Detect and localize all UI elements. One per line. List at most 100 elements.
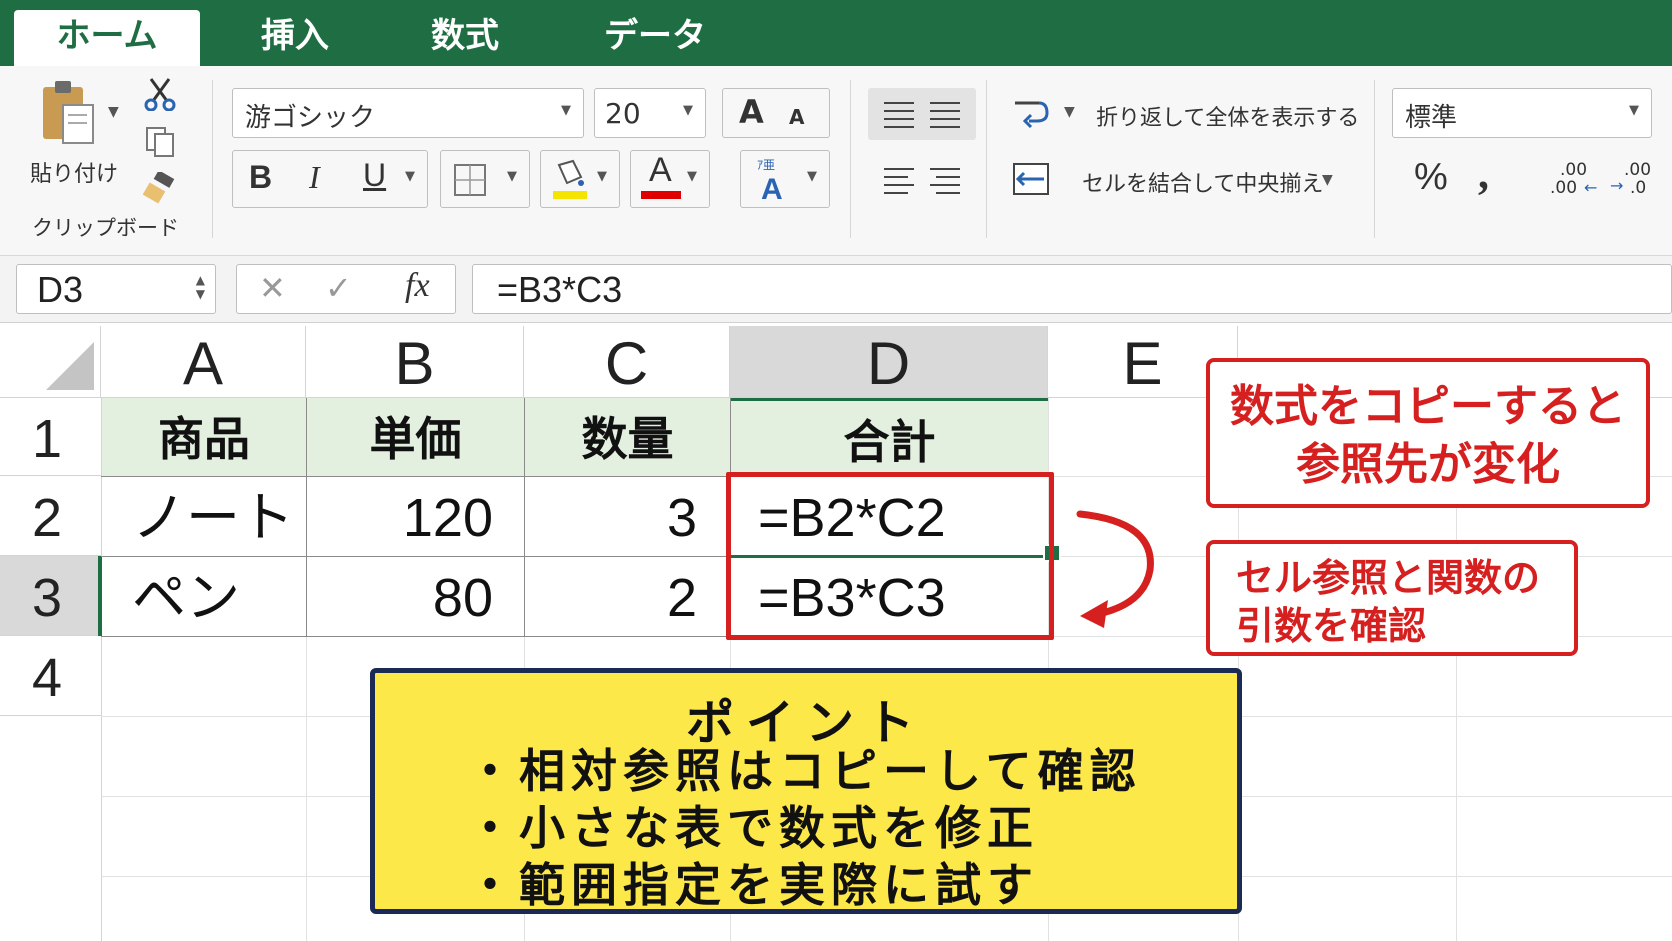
phonetic-guide-button[interactable]: ｱ亜 A ▼	[740, 150, 830, 208]
chevron-down-icon: ▼	[561, 103, 571, 118]
phonetic-icon: ｱ亜A	[757, 158, 783, 205]
increase-decimal-top: .00	[1560, 160, 1588, 180]
arrow-right-icon: →	[1610, 176, 1624, 195]
select-all-corner[interactable]	[0, 326, 101, 398]
shrink-font-button[interactable]: A	[789, 105, 804, 129]
chevron-down-icon: ▼	[597, 169, 607, 184]
grow-font-button[interactable]: A	[739, 93, 764, 131]
cell-b3[interactable]: 80	[307, 556, 493, 636]
align-lines-icon	[884, 168, 960, 194]
increase-decimal-button[interactable]: .00 .00 ←	[1542, 160, 1604, 204]
formula-input-value: =B3*C3	[497, 269, 623, 310]
bullet-icon: ・	[467, 744, 519, 798]
formula-bar-buttons: ✕ ✓ fx	[236, 264, 456, 314]
percent-style-button[interactable]: %	[1414, 156, 1448, 199]
chevron-down-icon: ▼	[683, 103, 693, 118]
cell-a2[interactable]: ノート	[132, 476, 306, 556]
ribbon-tab-bar: ホーム 挿入 数式 データ	[0, 0, 1672, 66]
curved-arrow-icon	[1076, 510, 1154, 628]
borders-button[interactable]: ▼	[440, 150, 530, 208]
select-all-triangle-icon	[46, 342, 94, 390]
top-align-group[interactable]	[868, 88, 976, 140]
merge-center-label[interactable]: セルを結合して中央揃え	[1082, 166, 1323, 198]
row-header-1[interactable]: 1	[0, 398, 101, 476]
tab-insert[interactable]: 挿入	[230, 10, 360, 66]
paste-dropdown-icon[interactable]: ▼	[108, 104, 119, 120]
tab-home[interactable]: ホーム	[14, 10, 200, 66]
copy-icon[interactable]	[142, 124, 178, 160]
row-header-border	[101, 398, 102, 941]
cell-a3[interactable]: ペン	[132, 556, 306, 636]
borders-icon	[454, 164, 486, 196]
row-header-2[interactable]: 2	[0, 476, 101, 556]
font-color-letter: A	[649, 151, 672, 189]
horizontal-align-group[interactable]	[868, 154, 976, 206]
point-box-item: ・相対参照はコピーして確認	[467, 744, 1142, 798]
fill-color-button[interactable]: ▼	[540, 150, 620, 208]
point-box-item: ・範囲指定を実際に試す	[467, 858, 1039, 912]
column-header-a[interactable]: A	[101, 326, 306, 398]
point-box: ポイント ・相対参照はコピーして確認 ・小さな表で数式を修正 ・範囲指定を実際に…	[370, 668, 1242, 914]
cut-icon[interactable]	[142, 76, 178, 112]
tab-data[interactable]: データ	[580, 10, 730, 66]
callout-copy-line1: 数式をコピーすると	[1230, 381, 1626, 432]
chevron-down-icon: ▼	[507, 169, 517, 184]
column-header-c[interactable]: C	[524, 326, 730, 398]
decrease-decimal-button[interactable]: .00 → .0	[1610, 160, 1666, 204]
wrap-text-label[interactable]: 折り返して全体を表示する	[1096, 100, 1359, 132]
number-format-select[interactable]: 標準 ▼	[1392, 88, 1652, 138]
copy-reference-callout: 数式をコピーすると 参照先が変化	[1206, 358, 1650, 508]
formula-input[interactable]: =B3*C3	[472, 264, 1672, 314]
svg-text:A: A	[761, 173, 783, 205]
font-size-select[interactable]: 20 ▼	[594, 88, 706, 138]
number-format-value: 標準	[1405, 103, 1458, 133]
cell-b2[interactable]: 120	[307, 476, 493, 556]
point-box-list: ・相対参照はコピーして確認 ・小さな表で数式を修正 ・範囲指定を実際に試す	[467, 743, 1142, 914]
italic-button[interactable]: I	[309, 159, 320, 196]
clipboard-paste-icon	[43, 81, 94, 144]
decrease-decimal-top: .00	[1624, 160, 1652, 180]
chevron-down-icon: ▼	[1629, 103, 1639, 118]
row-header-3[interactable]: 3	[0, 556, 101, 636]
active-row-marker	[98, 556, 102, 636]
font-name-select[interactable]: 游ゴシック ▼	[232, 88, 584, 138]
align-lines-icon	[884, 102, 960, 128]
cell-c3[interactable]: 2	[525, 556, 697, 636]
comma-style-button[interactable]: ,	[1478, 148, 1489, 199]
paste-label: 貼り付け	[30, 162, 119, 187]
font-style-group: B I U ▼	[232, 150, 428, 208]
name-box-value: D3	[37, 269, 84, 310]
chevron-down-icon[interactable]: ▼	[1064, 104, 1075, 120]
chevron-down-icon[interactable]: ▼	[405, 169, 415, 184]
argument-check-callout: セル参照と関数の 引数を確認	[1206, 540, 1578, 656]
chevron-down-icon: ▼	[687, 169, 697, 184]
tab-formulas[interactable]: 数式	[400, 10, 530, 66]
callout-ref-line2: 引数を確認	[1236, 604, 1427, 648]
wrap-text-icon[interactable]	[1010, 92, 1052, 134]
cell-c2[interactable]: 3	[525, 476, 697, 556]
paste-button[interactable]	[34, 78, 104, 148]
insert-function-icon[interactable]: fx	[405, 267, 430, 305]
font-name-value: 游ゴシック	[245, 103, 376, 133]
cell-a1[interactable]: 商品	[102, 398, 306, 476]
column-header-d[interactable]: D	[730, 326, 1048, 398]
cell-c1[interactable]: 数量	[525, 398, 730, 476]
enter-icon[interactable]: ✓	[325, 269, 352, 307]
underline-button[interactable]: U	[363, 157, 386, 194]
merge-center-icon[interactable]	[1010, 158, 1052, 200]
point-box-item: ・小さな表で数式を修正	[467, 801, 1039, 855]
ribbon-separator	[986, 80, 987, 238]
cancel-icon[interactable]: ✕	[259, 269, 286, 307]
font-size-value: 20	[605, 97, 641, 130]
cell-d1[interactable]: 合計	[731, 398, 1048, 476]
formula-highlight-box	[726, 472, 1054, 640]
name-box[interactable]: D3 ▲ ▼	[16, 264, 216, 314]
column-header-b[interactable]: B	[306, 326, 524, 398]
format-painter-icon[interactable]	[142, 170, 178, 206]
row-header-4[interactable]: 4	[0, 636, 101, 716]
ribbon-separator	[850, 80, 851, 238]
cell-b1[interactable]: 単価	[307, 398, 524, 476]
bold-button[interactable]: B	[249, 159, 272, 196]
chevron-down-icon[interactable]: ▼	[1322, 172, 1333, 188]
font-color-button[interactable]: A ▼	[630, 150, 710, 208]
